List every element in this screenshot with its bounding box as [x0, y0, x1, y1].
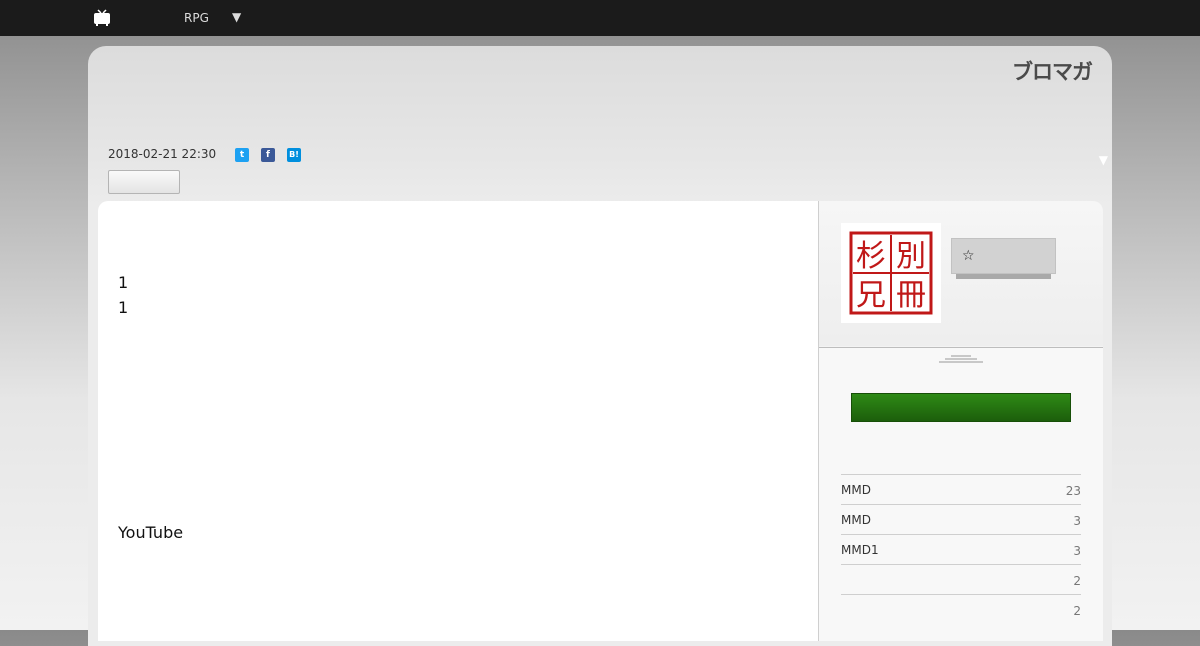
twitter-icon[interactable]: t: [235, 148, 249, 162]
small-action-button[interactable]: [108, 170, 180, 194]
tag-count: 2: [1073, 574, 1081, 588]
post-date: 2018-02-21 22:30: [108, 147, 217, 161]
tag-count: 3: [1073, 544, 1081, 558]
tv-icon[interactable]: [93, 9, 111, 26]
hatena-bookmark-icon[interactable]: B!: [287, 148, 301, 162]
seal-char: 冊: [896, 278, 926, 313]
tag-count: 23: [1065, 484, 1081, 498]
seal-stamp-image: 杉 別 兄 冊: [849, 231, 933, 315]
list-item[interactable]: MMD1 3: [841, 534, 1081, 564]
tag-count: 2: [1073, 604, 1081, 618]
divider: [819, 347, 1103, 348]
seal-char: 兄: [856, 278, 886, 313]
tag-list: MMD 23 MMD 3 MMD1 3 2 2: [841, 474, 1081, 624]
follow-button[interactable]: ☆: [951, 238, 1056, 274]
seal-char: 杉: [856, 239, 886, 274]
dropdown-arrow-icon[interactable]: ▼: [232, 10, 241, 24]
seal-char: 別: [896, 239, 926, 274]
tag-count: 3: [1073, 514, 1081, 528]
facebook-icon[interactable]: f: [261, 148, 275, 162]
top-nav-label[interactable]: RPG: [184, 11, 209, 25]
collapse-arrow-icon[interactable]: ▼: [1099, 153, 1108, 167]
list-item[interactable]: 2: [841, 564, 1081, 594]
avatar[interactable]: 杉 別 兄 冊: [841, 223, 941, 323]
star-icon: ☆: [962, 248, 975, 264]
article-content: 1 1 YouTube: [98, 201, 818, 641]
list-item[interactable]: MMD 3: [841, 504, 1081, 534]
tag-name: MMD1: [841, 543, 879, 557]
list-item[interactable]: 2: [841, 594, 1081, 624]
grip-handle-icon[interactable]: [939, 353, 983, 365]
article-line: YouTube: [118, 523, 184, 542]
sidebar: 杉 別 兄 冊 ☆ MMD 23 MMD 3 MMD1 3 2 2: [818, 201, 1103, 641]
article-line: 1: [118, 273, 129, 292]
blomaga-logo[interactable]: ブロマガ: [1012, 56, 1093, 86]
tag-name: MMD: [841, 513, 871, 527]
tag-name: MMD: [841, 483, 871, 497]
green-action-button[interactable]: [851, 393, 1071, 422]
list-item[interactable]: MMD 23: [841, 474, 1081, 504]
top-navigation-bar: RPG ▼: [0, 0, 1200, 36]
article-line: 1: [118, 298, 129, 317]
